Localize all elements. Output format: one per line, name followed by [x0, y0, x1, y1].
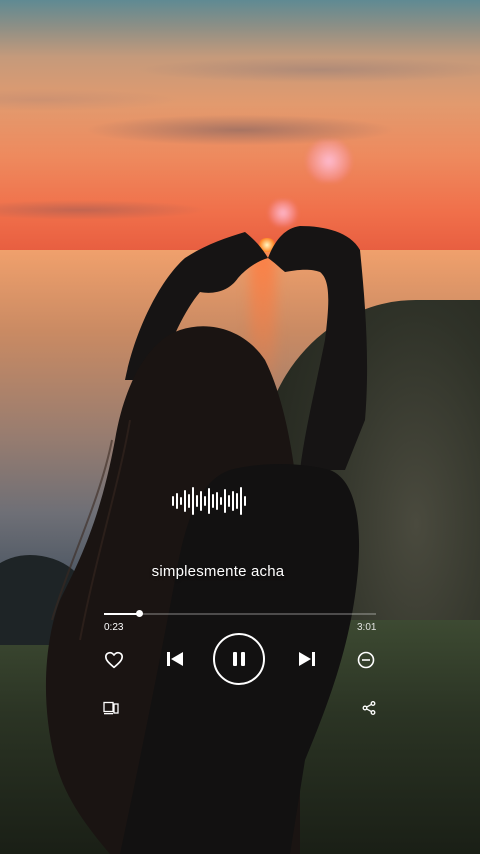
progress-track — [104, 613, 376, 615]
connect-device-button[interactable] — [102, 699, 120, 717]
share-button[interactable] — [360, 699, 378, 717]
pause-icon — [233, 652, 245, 666]
total-time: 3:01 — [357, 622, 377, 633]
share-icon — [362, 701, 376, 715]
previous-button[interactable] — [165, 649, 185, 669]
song-title: simplesmente acha — [151, 563, 285, 580]
progress-bar[interactable] — [104, 610, 376, 617]
connect-device-icon — [103, 701, 119, 715]
background-photo — [0, 0, 480, 854]
remove-button[interactable] — [356, 650, 376, 670]
waveform-icon — [172, 485, 246, 517]
heart-outline-icon — [105, 651, 123, 669]
progress-fill — [104, 613, 139, 615]
progress-knob[interactable] — [135, 610, 143, 617]
minus-circle-icon — [357, 651, 375, 669]
skip-next-icon — [299, 652, 315, 666]
like-button[interactable] — [104, 650, 124, 670]
next-button[interactable] — [297, 649, 317, 669]
woman-silhouette — [45, 226, 368, 854]
pause-button[interactable] — [213, 633, 265, 685]
skip-previous-icon — [167, 652, 183, 666]
current-time: 0:23 — [104, 622, 124, 633]
